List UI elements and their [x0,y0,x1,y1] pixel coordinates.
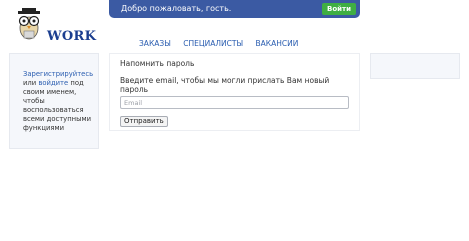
password-reminder-form: Напомнить пароль Введите email, чтобы мы… [109,53,360,131]
logo-text: WORK [47,29,97,44]
welcome-text: Добро пожаловать, гость. [121,4,232,13]
main-nav: ЗАКАЗЫ СПЕЦИАЛИСТЫ ВАКАНСИИ [139,39,308,48]
or-text: или [23,79,37,87]
submit-button[interactable]: Отправить [120,116,168,127]
header-bar: Добро пожаловать, гость. Войти [109,0,360,18]
login-prompt-text: Зарегистрируйтесь или войдите под своим … [23,70,95,133]
nav-item-specialists[interactable]: СПЕЦИАЛИСТЫ [183,39,243,48]
register-link[interactable]: Зарегистрируйтесь [23,70,93,78]
email-input[interactable] [120,96,349,109]
nav-item-vacancies[interactable]: ВАКАНСИИ [255,39,298,48]
nav-item-orders[interactable]: ЗАКАЗЫ [139,39,171,48]
form-title: Напомнить пароль [120,59,195,68]
right-sidebar-panel [370,53,460,79]
login-prompt-panel: Зарегистрируйтесь или войдите под своим … [9,53,99,149]
login-button[interactable]: Войти [321,3,356,15]
owl-with-glasses-icon [18,8,40,40]
site-logo[interactable]: WORK [12,8,96,44]
form-description: Введите email, чтобы мы могли прислать В… [120,76,330,94]
login-link[interactable]: войдите [38,79,68,87]
